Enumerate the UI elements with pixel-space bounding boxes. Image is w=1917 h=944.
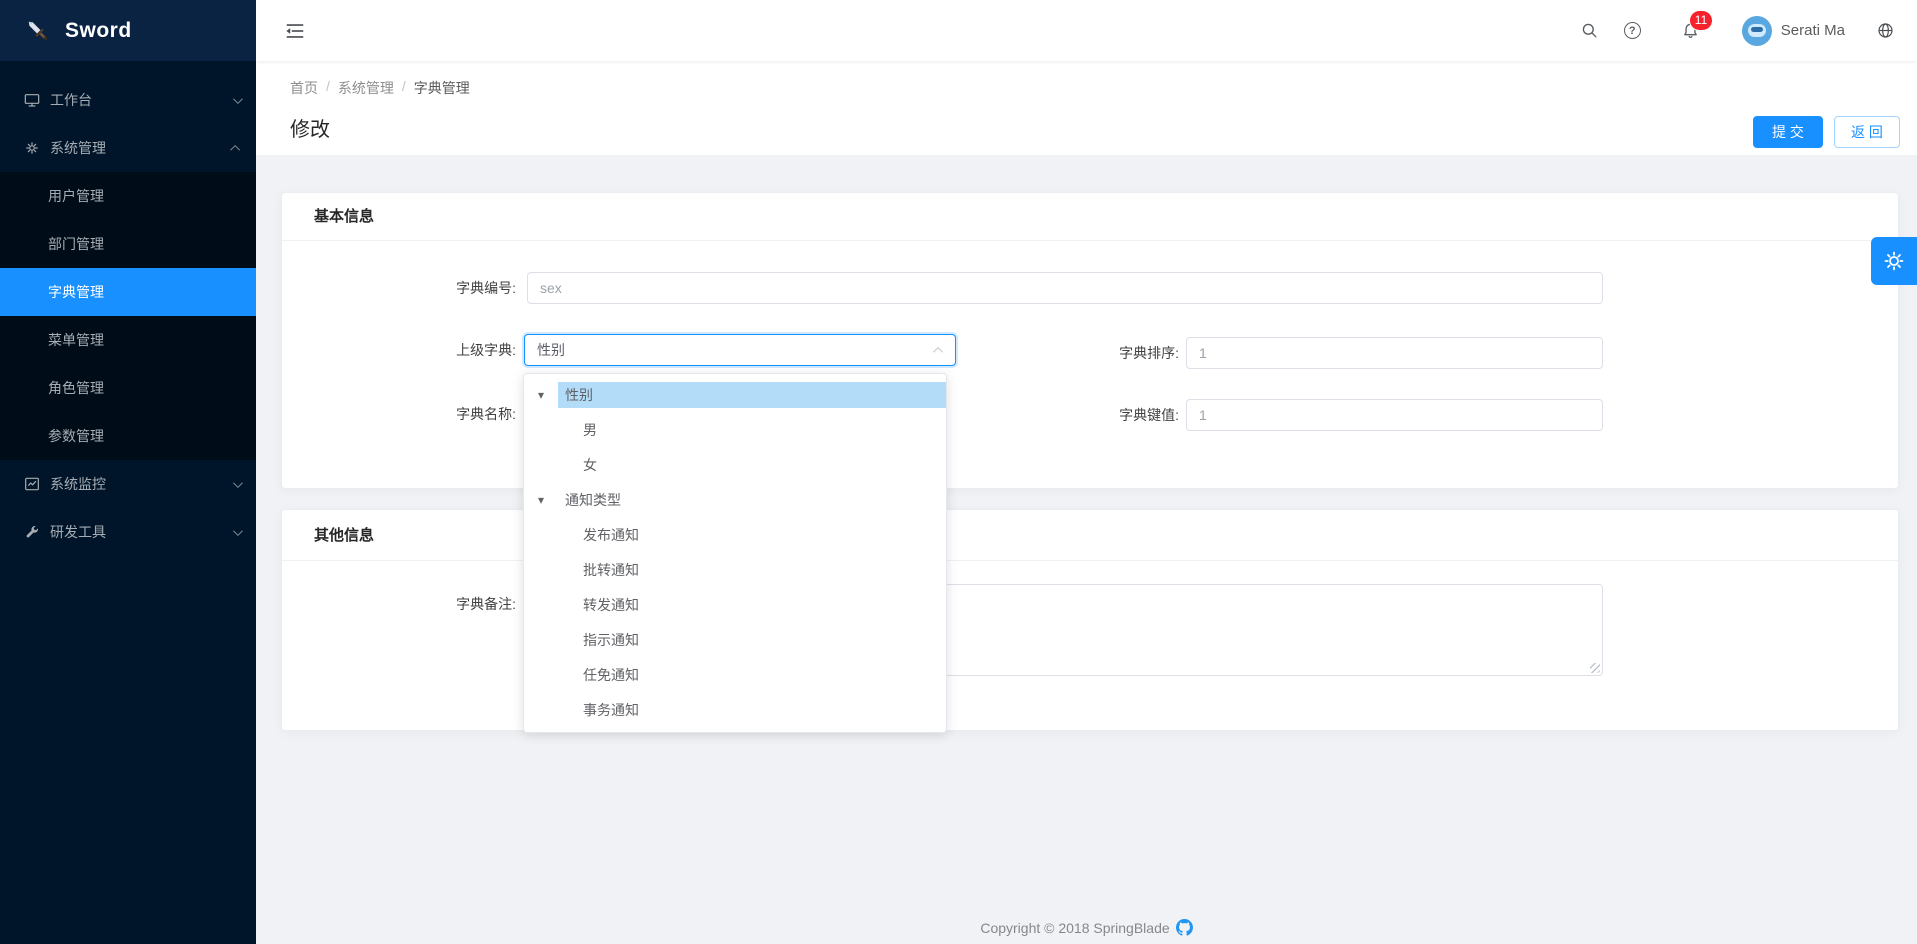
tree-node-approve-notice[interactable]: 批转通知 xyxy=(524,552,946,587)
tree-node-appoint-notice[interactable]: 任免通知 xyxy=(524,657,946,692)
user-name[interactable]: Serati Ma xyxy=(1781,22,1845,39)
app-title: Sword xyxy=(65,19,132,43)
sidebar-menu: 工作台 系统管理 用户管理 部门管理 字典管理 菜单管理 角色管理 xyxy=(0,76,256,556)
menu-fold-icon[interactable] xyxy=(284,20,306,42)
breadcrumb-home[interactable]: 首页 xyxy=(290,78,318,98)
sidebar-item-dict-mgmt[interactable]: 字典管理 xyxy=(0,268,256,316)
tree-node-label: 任免通知 xyxy=(576,662,946,688)
sidebar-item-param-mgmt[interactable]: 参数管理 xyxy=(0,412,256,460)
dict-key-input[interactable]: 1 xyxy=(1186,399,1603,431)
chevron-up-icon xyxy=(933,346,943,356)
parent-dict-select[interactable]: 性别 xyxy=(524,334,956,366)
page-title: 修改 xyxy=(290,113,330,142)
breadcrumb-system[interactable]: 系统管理 xyxy=(338,78,394,98)
sidebar-item-label: 研发工具 xyxy=(50,522,233,542)
footer: Copyright © 2018 SpringBlade xyxy=(256,919,1917,936)
sidebar-item-role-mgmt[interactable]: 角色管理 xyxy=(0,364,256,412)
avatar[interactable] xyxy=(1742,16,1772,46)
dict-key-label: 字典键值: xyxy=(979,399,1179,431)
parent-dict-select-value: 性别 xyxy=(537,340,565,360)
tree-node-label: 指示通知 xyxy=(576,627,946,653)
search-icon[interactable] xyxy=(1580,21,1600,41)
settings-drawer-button[interactable] xyxy=(1871,237,1917,285)
copyright-text: Copyright © 2018 SpringBlade xyxy=(980,920,1169,936)
chevron-down-icon xyxy=(233,526,243,536)
sidebar-item-system[interactable]: 系统管理 xyxy=(0,124,256,172)
notification-badge: 11 xyxy=(1690,11,1712,30)
tree-node-male[interactable]: 男 xyxy=(524,412,946,447)
sidebar-item-workbench[interactable]: 工作台 xyxy=(0,76,256,124)
caret-down-icon[interactable]: ▾ xyxy=(538,388,558,402)
tree-node-notice-type[interactable]: ▾ 通知类型 xyxy=(524,482,946,517)
breadcrumb-separator: / xyxy=(402,78,406,98)
help-icon[interactable]: ? xyxy=(1624,22,1641,39)
breadcrumb-dict: 字典管理 xyxy=(414,78,470,98)
topbar: ? 11 Serati Ma xyxy=(256,0,1917,61)
parent-dict-dropdown: ▾ 性别 男 女 ▾ 通知类型 发布通知 批转通知 xyxy=(523,373,947,733)
sidebar-item-dept-mgmt[interactable]: 部门管理 xyxy=(0,220,256,268)
tree-node-female[interactable]: 女 xyxy=(524,447,946,482)
dict-code-label: 字典编号: xyxy=(282,272,516,304)
dict-remark-label: 字典备注: xyxy=(282,588,516,620)
gear-icon xyxy=(24,140,40,156)
language-globe-icon[interactable] xyxy=(1875,21,1895,41)
sidebar-item-devtools[interactable]: 研发工具 xyxy=(0,508,256,556)
chart-icon xyxy=(24,476,40,492)
chevron-down-icon xyxy=(233,94,243,104)
wrench-icon xyxy=(24,524,40,540)
github-icon[interactable] xyxy=(1176,919,1193,936)
gear-icon xyxy=(1882,249,1906,273)
tree-node-label: 通知类型 xyxy=(558,487,946,513)
dict-sort-label: 字典排序: xyxy=(979,337,1179,369)
tree-node-label: 批转通知 xyxy=(576,557,946,583)
tree-node-affair-notice[interactable]: 事务通知 xyxy=(524,692,946,727)
tree-node-sex[interactable]: ▾ 性别 xyxy=(524,377,946,412)
tree-node-instruct-notice[interactable]: 指示通知 xyxy=(524,622,946,657)
tree-node-label: 转发通知 xyxy=(576,592,946,618)
notification-bell[interactable]: 11 xyxy=(1681,21,1700,41)
dict-name-label: 字典名称: xyxy=(282,398,516,430)
tree-node-label: 男 xyxy=(576,417,946,443)
caret-down-icon[interactable]: ▾ xyxy=(538,493,558,507)
submit-button[interactable]: 提 交 xyxy=(1753,116,1823,148)
dict-sort-input[interactable]: 1 xyxy=(1186,337,1603,369)
content-area: 基本信息 字典编号: sex 上级字典: 性别 字典排序: 1 字典名称: 字典… xyxy=(256,155,1917,944)
breadcrumb-separator: / xyxy=(326,78,330,98)
parent-dict-label: 上级字典: xyxy=(282,334,516,366)
tree-node-label: 发布通知 xyxy=(576,522,946,548)
page: Sword 工作台 系统管理 xyxy=(0,0,1917,944)
sidebar-item-label: 系统监控 xyxy=(50,474,233,494)
back-button[interactable]: 返 回 xyxy=(1834,116,1900,148)
tree-node-label: 女 xyxy=(576,452,946,478)
topbar-right-cluster: ? 11 Serati Ma xyxy=(1580,16,1917,46)
sidebar-item-monitor[interactable]: 系统监控 xyxy=(0,460,256,508)
monitor-icon xyxy=(24,92,40,108)
app-logo: Sword xyxy=(0,0,256,61)
tree-node-label: 事务通知 xyxy=(576,697,946,723)
sidebar: Sword 工作台 系统管理 xyxy=(0,0,256,944)
tree-node-label: 性别 xyxy=(558,382,946,408)
tree-node-publish-notice[interactable]: 发布通知 xyxy=(524,517,946,552)
sidebar-item-menu-mgmt[interactable]: 菜单管理 xyxy=(0,316,256,364)
sidebar-item-user-mgmt[interactable]: 用户管理 xyxy=(0,172,256,220)
dict-code-input[interactable]: sex xyxy=(527,272,1603,304)
card-title: 基本信息 xyxy=(282,193,1898,241)
sidebar-item-label: 工作台 xyxy=(50,90,233,110)
page-header: 首页 / 系统管理 / 字典管理 修改 提 交 返 回 xyxy=(256,61,1917,155)
sidebar-item-label: 系统管理 xyxy=(50,138,233,158)
sword-logo-icon xyxy=(25,18,51,44)
tree-node-forward-notice[interactable]: 转发通知 xyxy=(524,587,946,622)
chevron-down-icon xyxy=(233,478,243,488)
system-submenu: 用户管理 部门管理 字典管理 菜单管理 角色管理 参数管理 xyxy=(0,172,256,460)
breadcrumb: 首页 / 系统管理 / 字典管理 xyxy=(290,78,470,98)
